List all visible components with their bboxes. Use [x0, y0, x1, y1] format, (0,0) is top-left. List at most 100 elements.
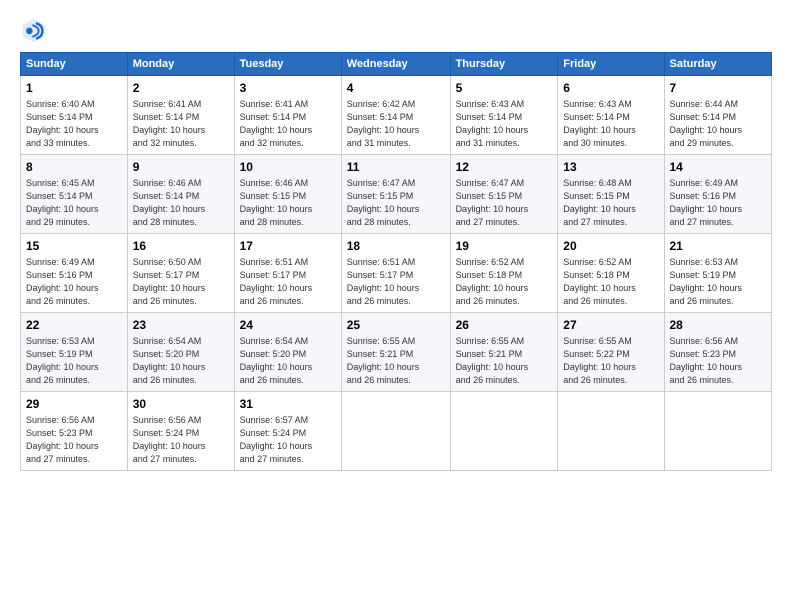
day-info: Sunrise: 6:49 AMSunset: 5:16 PMDaylight:… — [26, 257, 99, 306]
day-info: Sunrise: 6:55 AMSunset: 5:21 PMDaylight:… — [456, 336, 529, 385]
day-info: Sunrise: 6:51 AMSunset: 5:17 PMDaylight:… — [347, 257, 420, 306]
day-number: 5 — [456, 80, 553, 97]
day-info: Sunrise: 6:55 AMSunset: 5:21 PMDaylight:… — [347, 336, 420, 385]
day-info: Sunrise: 6:45 AMSunset: 5:14 PMDaylight:… — [26, 178, 99, 227]
day-number: 3 — [240, 80, 336, 97]
day-number: 26 — [456, 317, 553, 334]
day-info: Sunrise: 6:43 AMSunset: 5:14 PMDaylight:… — [563, 99, 636, 148]
day-info: Sunrise: 6:53 AMSunset: 5:19 PMDaylight:… — [26, 336, 99, 385]
day-number: 12 — [456, 159, 553, 176]
day-number: 6 — [563, 80, 658, 97]
day-number: 16 — [133, 238, 229, 255]
day-number: 29 — [26, 396, 122, 413]
day-number: 28 — [670, 317, 767, 334]
day-number: 14 — [670, 159, 767, 176]
calendar-cell: 16 Sunrise: 6:50 AMSunset: 5:17 PMDayligh… — [127, 233, 234, 312]
calendar-cell: 14 Sunrise: 6:49 AMSunset: 5:16 PMDayligh… — [664, 154, 772, 233]
day-number: 2 — [133, 80, 229, 97]
day-info: Sunrise: 6:49 AMSunset: 5:16 PMDaylight:… — [670, 178, 743, 227]
calendar-cell: 4Sunrise: 6:42 AMSunset: 5:14 PMDaylight… — [341, 76, 450, 155]
calendar-cell: 2 Sunrise: 6:41 AMSunset: 5:14 PMDaylight… — [127, 76, 234, 155]
day-number: 17 — [240, 238, 336, 255]
calendar-cell: 10Sunrise: 6:46 AMSunset: 5:15 PMDayligh… — [234, 154, 341, 233]
calendar-row: 29 Sunrise: 6:56 AMSunset: 5:23 PMDayligh… — [21, 391, 772, 470]
header-friday: Friday — [558, 53, 664, 76]
day-number: 22 — [26, 317, 122, 334]
day-info: Sunrise: 6:41 AMSunset: 5:14 PMDaylight:… — [133, 99, 206, 148]
day-number: 19 — [456, 238, 553, 255]
day-number: 15 — [26, 238, 122, 255]
day-info: Sunrise: 6:47 AMSunset: 5:15 PMDaylight:… — [347, 178, 420, 227]
calendar-row: 15 Sunrise: 6:49 AMSunset: 5:16 PMDayligh… — [21, 233, 772, 312]
calendar-cell: 8 Sunrise: 6:45 AMSunset: 5:14 PMDaylight… — [21, 154, 128, 233]
day-info: Sunrise: 6:40 AMSunset: 5:14 PMDaylight:… — [26, 99, 99, 148]
day-info: Sunrise: 6:56 AMSunset: 5:23 PMDaylight:… — [26, 415, 99, 464]
calendar-cell — [341, 391, 450, 470]
day-number: 8 — [26, 159, 122, 176]
header-tuesday: Tuesday — [234, 53, 341, 76]
calendar-cell: 30Sunrise: 6:56 AMSunset: 5:24 PMDayligh… — [127, 391, 234, 470]
header-sunday: Sunday — [21, 53, 128, 76]
day-number: 25 — [347, 317, 445, 334]
day-number: 9 — [133, 159, 229, 176]
calendar-cell: 18 Sunrise: 6:51 AMSunset: 5:17 PMDayligh… — [341, 233, 450, 312]
day-info: Sunrise: 6:46 AMSunset: 5:14 PMDaylight:… — [133, 178, 206, 227]
calendar-cell — [558, 391, 664, 470]
calendar-cell: 23 Sunrise: 6:54 AMSunset: 5:20 PMDayligh… — [127, 312, 234, 391]
calendar-cell: 20Sunrise: 6:52 AMSunset: 5:18 PMDayligh… — [558, 233, 664, 312]
calendar-cell: 1Sunrise: 6:40 AMSunset: 5:14 PMDaylight… — [21, 76, 128, 155]
calendar-cell: 6 Sunrise: 6:43 AMSunset: 5:14 PMDaylight… — [558, 76, 664, 155]
header-monday: Monday — [127, 53, 234, 76]
calendar-row: 8 Sunrise: 6:45 AMSunset: 5:14 PMDaylight… — [21, 154, 772, 233]
calendar-cell: 31 Sunrise: 6:57 AMSunset: 5:24 PMDayligh… — [234, 391, 341, 470]
day-info: Sunrise: 6:56 AMSunset: 5:23 PMDaylight:… — [670, 336, 743, 385]
day-number: 11 — [347, 159, 445, 176]
day-info: Sunrise: 6:44 AMSunset: 5:14 PMDaylight:… — [670, 99, 743, 148]
day-info: Sunrise: 6:56 AMSunset: 5:24 PMDaylight:… — [133, 415, 206, 464]
calendar-cell: 7Sunrise: 6:44 AMSunset: 5:14 PMDaylight… — [664, 76, 772, 155]
calendar-cell: 5 Sunrise: 6:43 AMSunset: 5:14 PMDaylight… — [450, 76, 558, 155]
day-info: Sunrise: 6:52 AMSunset: 5:18 PMDaylight:… — [456, 257, 529, 306]
day-info: Sunrise: 6:43 AMSunset: 5:14 PMDaylight:… — [456, 99, 529, 148]
calendar-cell: 22 Sunrise: 6:53 AMSunset: 5:19 PMDayligh… — [21, 312, 128, 391]
day-info: Sunrise: 6:51 AMSunset: 5:17 PMDaylight:… — [240, 257, 313, 306]
day-number: 18 — [347, 238, 445, 255]
calendar-cell — [664, 391, 772, 470]
header-row: Sunday Monday Tuesday Wednesday Thursday… — [21, 53, 772, 76]
calendar-cell: 21 Sunrise: 6:53 AMSunset: 5:19 PMDayligh… — [664, 233, 772, 312]
calendar-row: 1Sunrise: 6:40 AMSunset: 5:14 PMDaylight… — [21, 76, 772, 155]
calendar-cell: 3 Sunrise: 6:41 AMSunset: 5:14 PMDaylight… — [234, 76, 341, 155]
day-info: Sunrise: 6:54 AMSunset: 5:20 PMDaylight:… — [240, 336, 313, 385]
calendar-cell: 29 Sunrise: 6:56 AMSunset: 5:23 PMDayligh… — [21, 391, 128, 470]
day-number: 24 — [240, 317, 336, 334]
calendar-cell: 27Sunrise: 6:55 AMSunset: 5:22 PMDayligh… — [558, 312, 664, 391]
day-info: Sunrise: 6:54 AMSunset: 5:20 PMDaylight:… — [133, 336, 206, 385]
day-info: Sunrise: 6:52 AMSunset: 5:18 PMDaylight:… — [563, 257, 636, 306]
calendar-cell: 9 Sunrise: 6:46 AMSunset: 5:14 PMDaylight… — [127, 154, 234, 233]
page: Sunday Monday Tuesday Wednesday Thursday… — [0, 0, 792, 612]
calendar-cell: 12 Sunrise: 6:47 AMSunset: 5:15 PMDayligh… — [450, 154, 558, 233]
day-number: 31 — [240, 396, 336, 413]
logo — [20, 16, 52, 44]
calendar-cell: 15 Sunrise: 6:49 AMSunset: 5:16 PMDayligh… — [21, 233, 128, 312]
day-number: 21 — [670, 238, 767, 255]
header-saturday: Saturday — [664, 53, 772, 76]
calendar-cell: 25 Sunrise: 6:55 AMSunset: 5:21 PMDayligh… — [341, 312, 450, 391]
day-number: 23 — [133, 317, 229, 334]
day-info: Sunrise: 6:48 AMSunset: 5:15 PMDaylight:… — [563, 178, 636, 227]
calendar-cell — [450, 391, 558, 470]
header-wednesday: Wednesday — [341, 53, 450, 76]
day-info: Sunrise: 6:47 AMSunset: 5:15 PMDaylight:… — [456, 178, 529, 227]
day-number: 27 — [563, 317, 658, 334]
day-info: Sunrise: 6:50 AMSunset: 5:17 PMDaylight:… — [133, 257, 206, 306]
day-info: Sunrise: 6:53 AMSunset: 5:19 PMDaylight:… — [670, 257, 743, 306]
calendar-cell: 28 Sunrise: 6:56 AMSunset: 5:23 PMDayligh… — [664, 312, 772, 391]
calendar-body: 1Sunrise: 6:40 AMSunset: 5:14 PMDaylight… — [21, 76, 772, 471]
day-info: Sunrise: 6:41 AMSunset: 5:14 PMDaylight:… — [240, 99, 313, 148]
day-number: 4 — [347, 80, 445, 97]
day-info: Sunrise: 6:57 AMSunset: 5:24 PMDaylight:… — [240, 415, 313, 464]
day-info: Sunrise: 6:46 AMSunset: 5:15 PMDaylight:… — [240, 178, 313, 227]
calendar-table: Sunday Monday Tuesday Wednesday Thursday… — [20, 52, 772, 471]
calendar-cell: 17 Sunrise: 6:51 AMSunset: 5:17 PMDayligh… — [234, 233, 341, 312]
calendar-cell: 26 Sunrise: 6:55 AMSunset: 5:21 PMDayligh… — [450, 312, 558, 391]
